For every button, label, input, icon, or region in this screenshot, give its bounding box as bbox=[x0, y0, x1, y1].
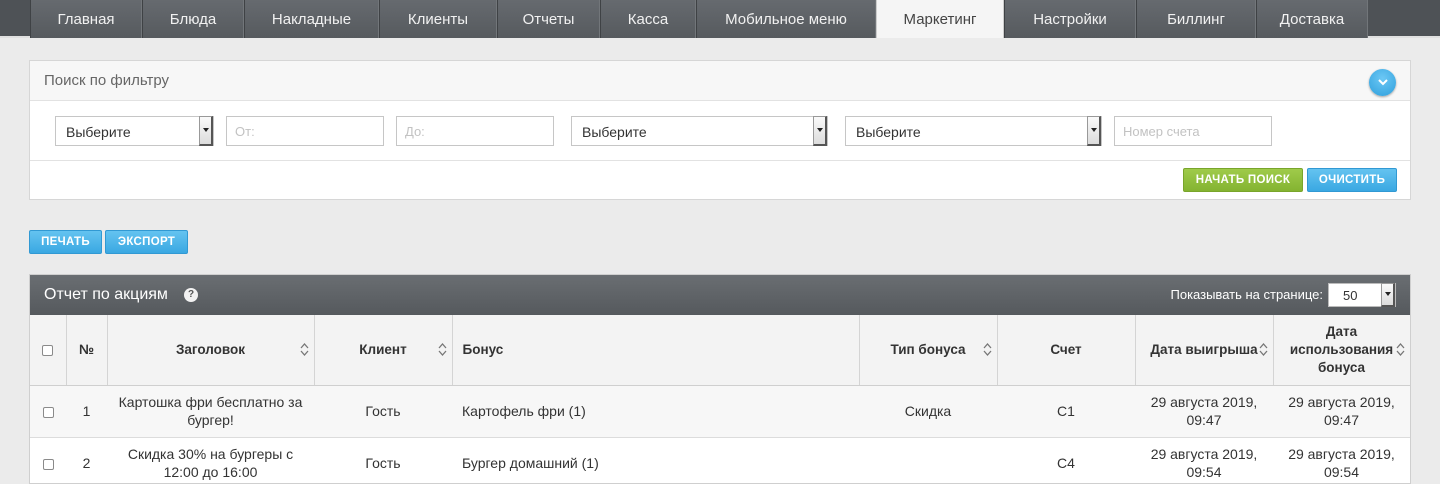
tab-mobile-menu[interactable]: Мобильное меню bbox=[696, 0, 876, 38]
cell-client: Гость bbox=[314, 385, 452, 438]
filter-panel: Поиск по фильтру Выберите Выберите Выбер… bbox=[29, 60, 1411, 200]
per-page-value: 50 bbox=[1343, 288, 1358, 303]
select-all-checkbox[interactable] bbox=[42, 344, 54, 356]
dropdown-arrow-icon bbox=[1087, 116, 1101, 146]
cell-title: Картошка фри бесплатно за бургер! bbox=[107, 385, 314, 438]
cell-bonus: Картофель фри (1) bbox=[452, 385, 859, 438]
filter-select-2[interactable]: Выберите bbox=[571, 116, 828, 146]
filter-select-3-value: Выберите bbox=[856, 124, 921, 140]
row-select-cell bbox=[30, 385, 66, 438]
cell-account: C1 bbox=[997, 385, 1135, 438]
filter-toggle-button[interactable] bbox=[1369, 69, 1396, 96]
col-header-num: № bbox=[66, 315, 108, 386]
nav-spacer bbox=[0, 0, 30, 36]
cell-bonus-type: Скидка bbox=[859, 385, 997, 438]
report-table: № Заголовок Клиент Бонус Тип бонуса Счет… bbox=[30, 315, 1410, 483]
date-to-input[interactable] bbox=[396, 116, 554, 146]
clear-button[interactable]: ОЧИСТИТЬ bbox=[1307, 168, 1397, 192]
filter-select-3[interactable]: Выберите bbox=[845, 116, 1102, 146]
tab-billing[interactable]: Биллинг bbox=[1136, 0, 1256, 38]
promo-report-panel: Отчет по акциям ? Показывать на странице… bbox=[29, 274, 1411, 484]
col-header-client[interactable]: Клиент bbox=[314, 315, 453, 386]
account-number-input[interactable] bbox=[1114, 116, 1272, 146]
cell-win-date: 29 августа 2019, 09:54 bbox=[1135, 437, 1273, 483]
sort-icon bbox=[438, 343, 446, 356]
col-header-title[interactable]: Заголовок bbox=[107, 315, 315, 386]
tab-clients[interactable]: Клиенты bbox=[379, 0, 497, 38]
filter-header: Поиск по фильтру bbox=[30, 61, 1410, 101]
per-page-select[interactable]: 50 bbox=[1328, 283, 1396, 307]
sort-icon bbox=[1396, 343, 1404, 356]
filter-select-1[interactable]: Выберите bbox=[55, 116, 214, 146]
report-title: Отчет по акциям bbox=[44, 286, 168, 303]
cell-account: C4 bbox=[997, 437, 1135, 483]
table-row: 2 Скидка 30% на бургеры с 12:00 до 16:00… bbox=[30, 437, 1410, 483]
cell-use-date: 29 августа 2019, 09:47 bbox=[1273, 385, 1410, 438]
col-header-bonus: Бонус bbox=[452, 315, 860, 386]
start-search-button[interactable]: НАЧАТЬ ПОИСК bbox=[1183, 168, 1303, 192]
cell-bonus-type bbox=[859, 437, 997, 483]
col-header-use-date[interactable]: Дата использования бонуса bbox=[1273, 315, 1410, 386]
tab-home[interactable]: Главная bbox=[30, 0, 142, 38]
filter-select-1-value: Выберите bbox=[66, 124, 131, 140]
col-header-win-date[interactable]: Дата выигрыша bbox=[1135, 315, 1274, 386]
export-button[interactable]: ЭКСПОРТ bbox=[105, 230, 188, 254]
cell-bonus: Бургер домашний (1) bbox=[452, 437, 859, 483]
select-all-header bbox=[30, 315, 67, 386]
row-select-cell bbox=[30, 437, 66, 483]
sort-icon bbox=[1259, 343, 1267, 356]
col-header-account: Счет bbox=[997, 315, 1136, 386]
filter-title: Поиск по фильтру bbox=[44, 72, 170, 89]
dropdown-arrow-icon bbox=[199, 116, 213, 146]
tab-cash[interactable]: Касса bbox=[600, 0, 696, 38]
col-header-bonus-type-label: Тип бонуса bbox=[890, 341, 966, 357]
table-header-row: № Заголовок Клиент Бонус Тип бонуса Счет… bbox=[30, 315, 1410, 386]
print-button[interactable]: ПЕЧАТЬ bbox=[29, 230, 102, 254]
sort-icon bbox=[300, 343, 308, 356]
row-checkbox[interactable] bbox=[42, 458, 54, 470]
filter-select-2-value: Выберите bbox=[582, 124, 647, 140]
date-from-input[interactable] bbox=[226, 116, 384, 146]
cell-num: 1 bbox=[66, 385, 107, 438]
cell-title: Скидка 30% на бургеры с 12:00 до 16:00 bbox=[107, 437, 314, 483]
cell-use-date: 29 августа 2019, 09:54 bbox=[1273, 437, 1410, 483]
dropdown-arrow-icon bbox=[813, 116, 827, 146]
col-header-use-date-label: Дата использования бонуса bbox=[1289, 323, 1394, 375]
tab-invoices[interactable]: Накладные bbox=[244, 0, 379, 38]
cell-win-date: 29 августа 2019, 09:47 bbox=[1135, 385, 1273, 438]
sort-icon bbox=[983, 343, 991, 356]
per-page-label: Показывать на странице: bbox=[1170, 287, 1324, 302]
dropdown-arrow-icon bbox=[1381, 283, 1395, 307]
col-header-client-label: Клиент bbox=[359, 341, 407, 357]
help-icon[interactable]: ? bbox=[184, 288, 198, 302]
tab-dishes[interactable]: Блюда bbox=[142, 0, 244, 38]
tab-marketing[interactable]: Маркетинг bbox=[876, 0, 1004, 38]
main-nav: Главная Блюда Накладные Клиенты Отчеты К… bbox=[0, 0, 1440, 38]
cell-client: Гость bbox=[314, 437, 452, 483]
chevron-down-icon bbox=[1377, 79, 1388, 86]
tab-settings[interactable]: Настройки bbox=[1004, 0, 1136, 38]
tab-delivery[interactable]: Доставка bbox=[1256, 0, 1368, 38]
row-checkbox[interactable] bbox=[42, 406, 54, 418]
col-header-title-label: Заголовок bbox=[175, 341, 246, 357]
tab-reports[interactable]: Отчеты bbox=[497, 0, 600, 38]
table-row: 1 Картошка фри бесплатно за бургер! Гост… bbox=[30, 385, 1410, 438]
col-header-win-date-label: Дата выигрыша bbox=[1150, 341, 1258, 357]
report-header: Отчет по акциям ? Показывать на странице… bbox=[30, 275, 1410, 315]
filter-fields: Выберите Выберите Выберите bbox=[30, 101, 1410, 161]
cell-num: 2 bbox=[66, 437, 107, 483]
col-header-bonus-type[interactable]: Тип бонуса bbox=[859, 315, 998, 386]
